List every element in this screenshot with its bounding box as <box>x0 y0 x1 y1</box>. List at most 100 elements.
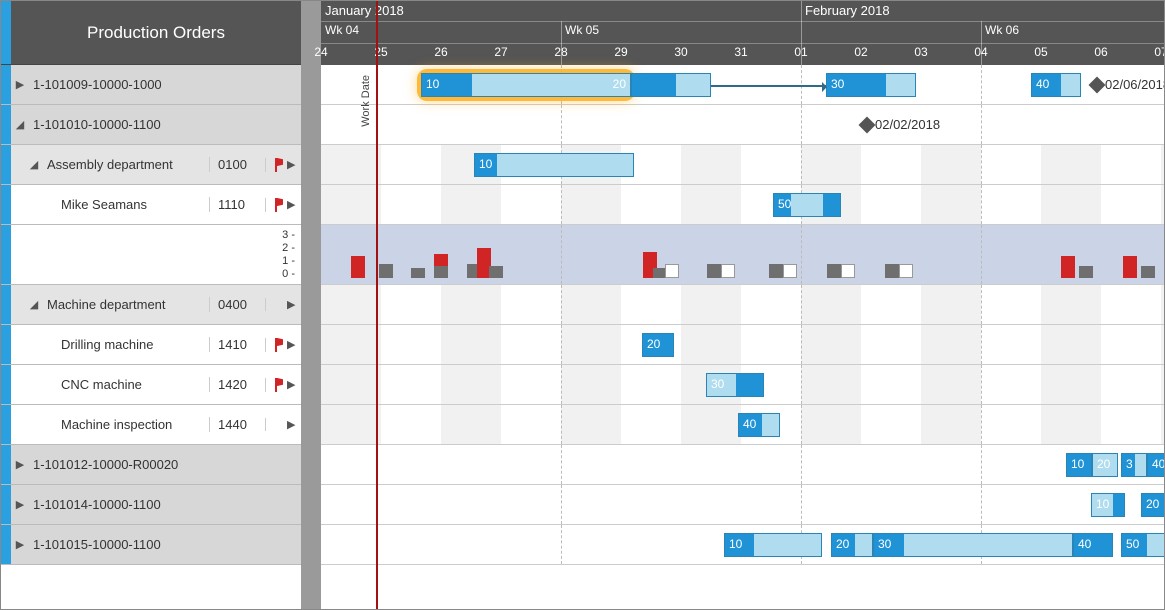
day-label[interactable]: 24 <box>291 45 351 59</box>
gantt-bar[interactable]: 20 <box>831 533 873 557</box>
tree-row[interactable]: ▶1-101012-10000-R00020 <box>1 445 301 485</box>
expand-icon[interactable]: ▶ <box>11 78 29 91</box>
tree-row[interactable]: ▶1-101015-10000-1100 <box>1 525 301 565</box>
gantt-bar[interactable] <box>631 73 711 97</box>
day-label[interactable]: 31 <box>711 45 771 59</box>
row-label: 1-101012-10000-R00020 <box>29 457 301 472</box>
gantt-bar[interactable]: 20 <box>642 333 674 357</box>
gantt-bar[interactable]: 50 <box>773 193 841 217</box>
bar-label: 10 <box>479 157 492 171</box>
load-bar <box>707 264 721 278</box>
gantt-row[interactable]: 20 <box>321 325 1164 365</box>
day-label[interactable]: 30 <box>651 45 711 59</box>
load-bar <box>827 264 841 278</box>
flag-icon <box>273 378 285 392</box>
gantt-bar[interactable]: 40 <box>1147 453 1165 477</box>
gantt-row[interactable] <box>321 285 1164 325</box>
bar-label: 20 <box>613 77 626 91</box>
gantt-row[interactable]: 30 <box>321 365 1164 405</box>
load-bar <box>885 264 899 278</box>
tree-pane: Production Orders ▶1-101009-10000-1000◢1… <box>1 1 301 609</box>
collapse-icon[interactable]: ◢ <box>25 158 43 171</box>
gantt-bar[interactable]: 20 <box>1092 453 1118 477</box>
tree-row[interactable]: ▶1-101014-10000-1100 <box>1 485 301 525</box>
day-label[interactable]: 07 <box>1131 45 1165 59</box>
day-label[interactable]: 02 <box>831 45 891 59</box>
gantt-bar[interactable]: 10 <box>724 533 822 557</box>
gantt-bar[interactable]: 3 <box>1121 453 1147 477</box>
tree-row[interactable]: ▶1-101009-10000-1000 <box>1 65 301 105</box>
flag-icon <box>273 338 285 352</box>
chevron-right-icon[interactable]: ▶ <box>287 418 297 431</box>
gantt-bar[interactable]: 10 20 <box>421 73 631 97</box>
gantt-row[interactable]: 10 20 3040 50 <box>321 525 1164 565</box>
chevron-right-icon[interactable]: ▶ <box>287 378 297 391</box>
day-label[interactable]: 01 <box>771 45 831 59</box>
gantt-bar[interactable]: 10 <box>474 153 634 177</box>
collapse-icon[interactable]: ◢ <box>25 298 43 311</box>
expand-icon[interactable]: ▶ <box>11 458 29 471</box>
day-label[interactable]: 27 <box>471 45 531 59</box>
gantt-row[interactable]: 02/02/2018 <box>321 105 1164 145</box>
day-label[interactable]: 26 <box>411 45 471 59</box>
gantt-row[interactable]: 10 <box>321 145 1164 185</box>
gantt-row[interactable]: 1020304002/06/2018 <box>321 65 1164 105</box>
splitter[interactable] <box>301 1 321 609</box>
load-bar <box>411 268 425 278</box>
gantt-bar[interactable]: 30 <box>873 533 1073 557</box>
tree-row[interactable]: ◢1-101010-10000-1100 <box>1 105 301 145</box>
bar-label: 40 <box>743 417 756 431</box>
collapse-icon[interactable]: ◢ <box>11 118 29 131</box>
gantt-row[interactable]: 102034050 <box>321 445 1164 485</box>
load-bar <box>721 264 735 278</box>
bar-label: 10 <box>729 537 742 551</box>
tree-row[interactable]: CNC machine1420▶ <box>1 365 301 405</box>
tree-header: Production Orders <box>1 1 301 65</box>
bar-label: 20 <box>836 537 849 551</box>
tree-row[interactable]: ◢Assembly department0100▶ <box>1 145 301 185</box>
tree-row[interactable]: Drilling machine1410▶ <box>1 325 301 365</box>
gantt-row[interactable]: 50 <box>321 185 1164 225</box>
day-label[interactable]: 29 <box>591 45 651 59</box>
load-bar <box>1141 266 1155 278</box>
tree-row[interactable]: Machine inspection1440▶ <box>1 405 301 445</box>
gantt-bar[interactable]: 40 <box>738 413 780 437</box>
tree-row[interactable]: Mike Seamans1110▶ <box>1 185 301 225</box>
gantt-bar[interactable]: 40 <box>1031 73 1081 97</box>
gantt-bar[interactable]: 50 <box>1121 533 1165 557</box>
milestone-label: 02/02/2018 <box>875 117 940 132</box>
work-date-label: Work Date <box>360 75 372 127</box>
day-label[interactable]: 25 <box>351 45 411 59</box>
work-date-line <box>376 1 378 609</box>
gantt-bar[interactable]: 20 <box>1141 493 1165 517</box>
month-label: January 2018 <box>325 3 404 18</box>
day-label[interactable]: 05 <box>1011 45 1071 59</box>
bar-label: 20 <box>1097 457 1110 471</box>
bar-label: 30 <box>711 377 724 391</box>
chevron-right-icon[interactable]: ▶ <box>287 338 297 351</box>
gantt-bar[interactable]: 30 <box>826 73 916 97</box>
row-code: 0400 <box>209 297 265 312</box>
axis-tick: 2 - <box>282 242 295 255</box>
chevron-right-icon[interactable]: ▶ <box>287 298 297 311</box>
gantt-bar[interactable]: 40 <box>1073 533 1113 557</box>
chevron-right-icon[interactable]: ▶ <box>287 158 297 171</box>
day-label[interactable]: 03 <box>891 45 951 59</box>
load-bar <box>783 264 797 278</box>
gantt-bar[interactable]: 30 <box>706 373 764 397</box>
bar-label: 10 <box>426 77 439 91</box>
expand-icon[interactable]: ▶ <box>11 498 29 511</box>
gantt-row[interactable]: 1020304 <box>321 485 1164 525</box>
gantt-bar[interactable]: 10 <box>1066 453 1092 477</box>
load-bar <box>1123 256 1137 278</box>
row-label: Mike Seamans <box>57 197 209 212</box>
day-label[interactable]: 06 <box>1071 45 1131 59</box>
expand-icon[interactable]: ▶ <box>11 538 29 551</box>
gantt-row[interactable]: 40 <box>321 405 1164 445</box>
chevron-right-icon[interactable]: ▶ <box>287 198 297 211</box>
load-bar <box>841 264 855 278</box>
tree-row[interactable]: ◢Machine department0400▶ <box>1 285 301 325</box>
load-bar <box>379 264 393 278</box>
load-bar <box>434 266 448 278</box>
gantt-bar[interactable]: 10 <box>1091 493 1125 517</box>
